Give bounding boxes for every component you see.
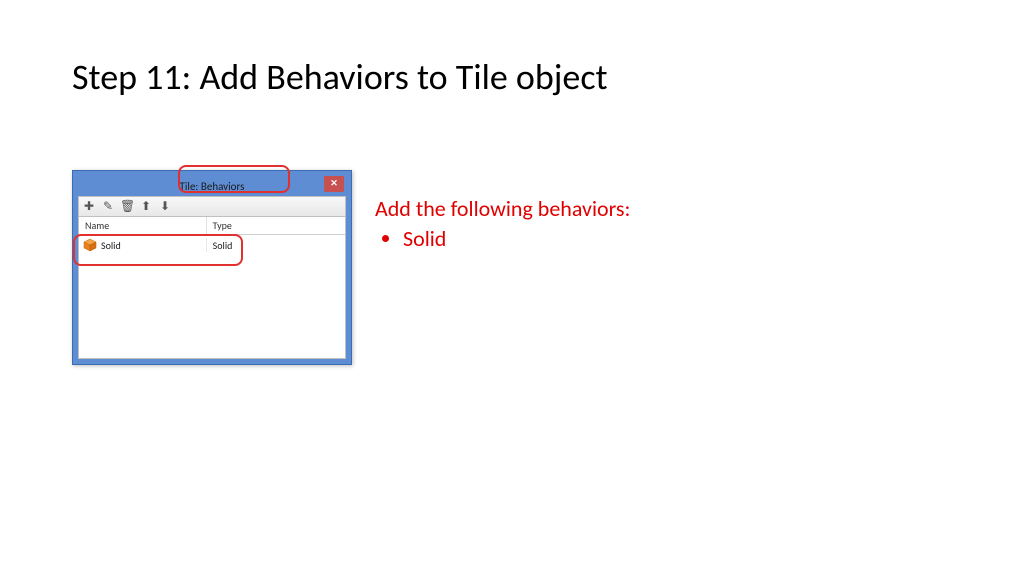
dialog-titlebar[interactable]: Tile: Behaviors ✕	[78, 176, 346, 196]
dialog-body: ✚ ✎ 🗑 ⬆ ⬇ Name Type Soli	[78, 196, 346, 359]
delete-icon[interactable]: 🗑	[120, 200, 134, 214]
move-up-icon[interactable]: ⬆	[139, 200, 153, 214]
behaviors-dialog: Tile: Behaviors ✕ ✚ ✎ 🗑 ⬆ ⬇ Name Type	[72, 170, 352, 365]
rows-container: Solid Solid	[79, 235, 345, 358]
row-name: Solid	[101, 239, 121, 252]
dialog-title: Tile: Behaviors	[180, 180, 245, 193]
instructions: Add the following behaviors: Solid	[375, 195, 630, 252]
row-type: Solid	[207, 239, 345, 252]
slide-title: Step 11: Add Behaviors to Tile object	[72, 55, 608, 99]
close-button[interactable]: ✕	[324, 176, 344, 192]
row-name-cell: Solid	[79, 238, 207, 252]
table-row[interactable]: Solid Solid	[79, 235, 345, 255]
instructions-heading: Add the following behaviors:	[375, 195, 630, 223]
dialog-toolbar: ✚ ✎ 🗑 ⬆ ⬇	[79, 197, 345, 217]
solid-cube-icon	[83, 238, 97, 252]
move-down-icon[interactable]: ⬇	[158, 200, 172, 214]
column-headers: Name Type	[79, 217, 345, 235]
header-name[interactable]: Name	[79, 217, 207, 234]
list-item: Solid	[403, 225, 630, 253]
edit-icon[interactable]: ✎	[101, 200, 115, 214]
add-icon[interactable]: ✚	[82, 200, 96, 214]
header-type[interactable]: Type	[207, 217, 345, 234]
instructions-list: Solid	[375, 225, 630, 253]
